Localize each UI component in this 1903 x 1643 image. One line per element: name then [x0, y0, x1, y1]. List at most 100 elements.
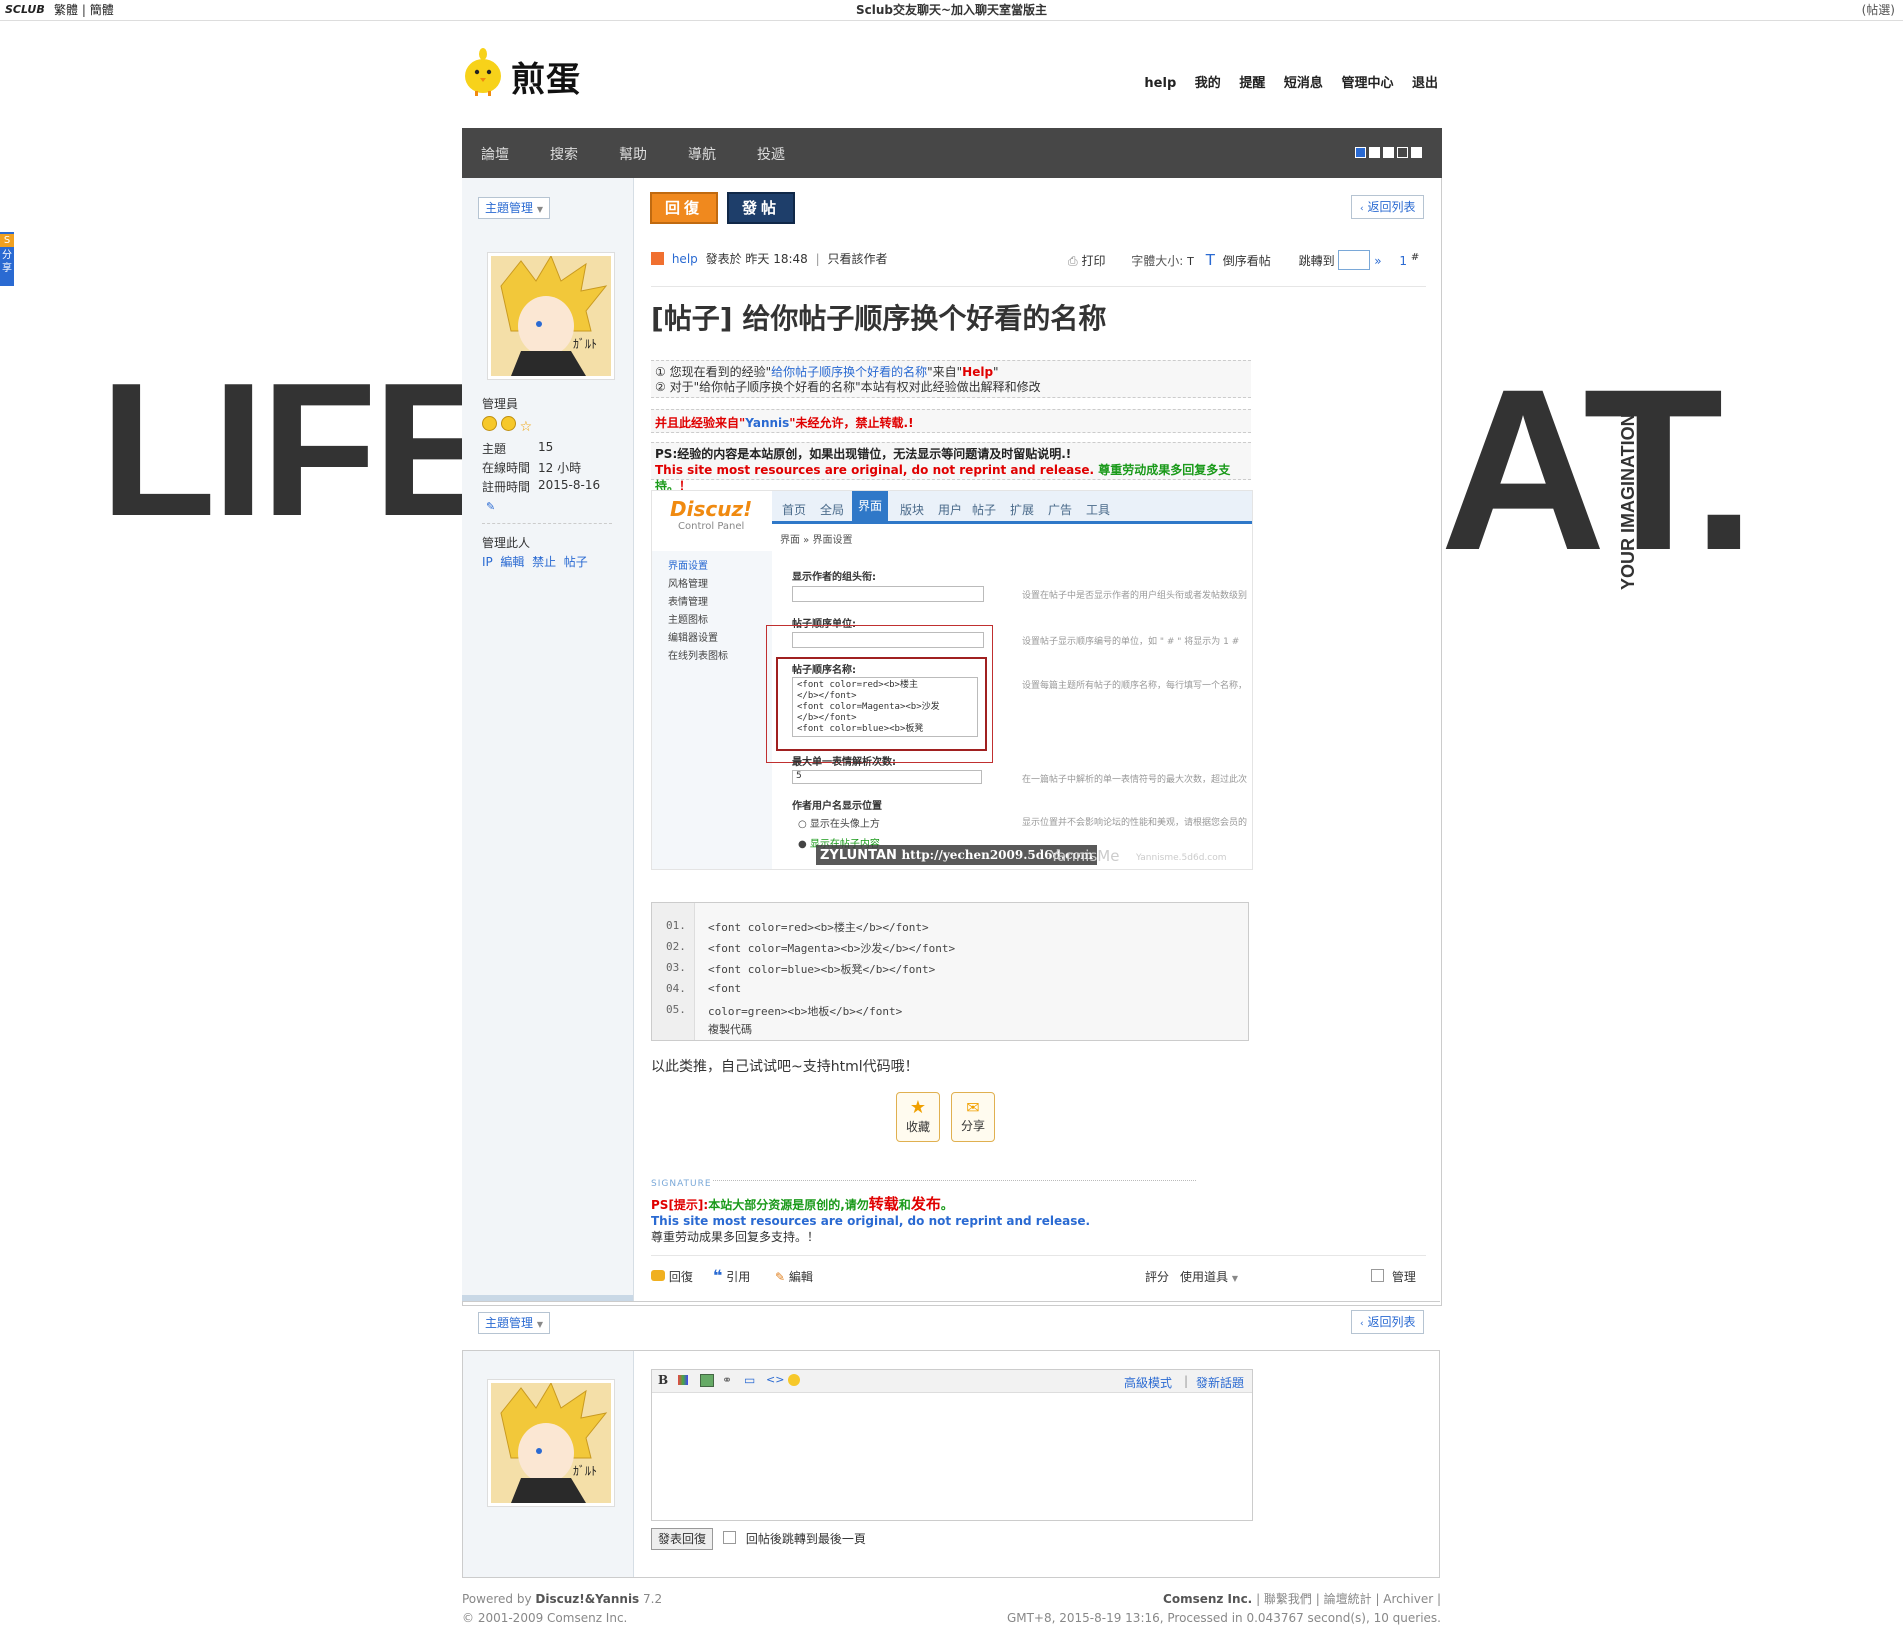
back-to-list-button-bottom[interactable]: ‹ 返回列表 [1351, 1310, 1425, 1334]
footer-link-contact[interactable]: 聯繫我們 [1264, 1592, 1312, 1606]
shot-textarea-line: <font color=blue><b>板凳 [797, 724, 924, 734]
advanced-mode-link[interactable]: 高級模式 [1124, 1374, 1172, 1391]
font-small-button[interactable]: T [1187, 255, 1194, 268]
jump-go-button[interactable]: » [1374, 254, 1381, 268]
thread-manage-button-bottom[interactable]: 主題管理 ▼ [478, 1312, 550, 1334]
footer-link-archiver[interactable]: Archiver [1383, 1592, 1433, 1606]
style-swatch-4[interactable] [1397, 147, 1408, 158]
forum-brand[interactable]: 煎蛋 [461, 46, 591, 100]
top-bar: SCLUB 繁體 | 簡體 Sclub交友聊天~加入聊天室當版主 (帖選) [0, 0, 1903, 21]
footer-link-stats[interactable]: 論壇統計 [1324, 1592, 1372, 1606]
manage-checkbox[interactable] [1371, 1269, 1384, 1282]
manage-link-posts[interactable]: 帖子 [564, 555, 588, 569]
new-post-button[interactable]: 發帖 [727, 192, 795, 224]
author-link[interactable]: help [672, 252, 698, 266]
jump-last-checkbox-wrap[interactable]: 回帖後跳轉到最後一頁 [723, 1530, 866, 1547]
copy-code-link[interactable]: 複製代碼 [708, 1021, 752, 1037]
smiley-icon [500, 416, 516, 431]
share-button[interactable]: ✉ 分享 [951, 1092, 995, 1142]
site-banner-title[interactable]: Sclub交友聊天~加入聊天室當版主 [0, 0, 1903, 20]
smiley-icon[interactable] [788, 1374, 800, 1386]
shot-breadcrumb: 界面 » 界面设置 [780, 535, 853, 546]
footer-powered-name[interactable]: Discuz!&Yannis [535, 1592, 639, 1606]
shot-hint: 设置帖子显示顺序编号的单位，如 " # " 将显示为 1 # [1022, 637, 1240, 647]
anime-avatar-image: ｶﾞﾙﾄ [491, 256, 611, 376]
new-topic-link[interactable]: 發新話題 [1196, 1374, 1244, 1391]
quote-icon: ❝ [713, 1266, 723, 1285]
quote-icon[interactable]: ▭ [744, 1373, 755, 1387]
shot-hint: 设置每篇主题所有帖子的顺序名称，每行填写一个名称， [1022, 681, 1248, 691]
tools-dropdown[interactable]: 使用道具 ▼ [1180, 1268, 1238, 1285]
bold-icon[interactable]: B [658, 1373, 668, 1387]
anime-avatar-image: ｶﾞﾙﾄ [491, 1383, 611, 1503]
topnav-logout[interactable]: 退出 [1412, 76, 1438, 91]
color-icon[interactable] [678, 1375, 688, 1385]
code-line: color=green><b>地板</b></font> [708, 1005, 903, 1018]
thread-manage-button[interactable]: 主題管理 ▼ [478, 197, 550, 219]
shot-hint: 设置在帖子中是否显示作者的用户组头衔或者发帖数级别 [1022, 591, 1248, 601]
notice-title-link[interactable]: 给你帖子顺序换个好看的名称 [771, 365, 927, 379]
style-swatch-2[interactable] [1369, 147, 1380, 158]
top-right-text[interactable]: (帖選) [1862, 0, 1895, 20]
jump-last-checkbox[interactable] [723, 1531, 736, 1544]
code-line: <font color=blue><b>板凳</b></font> [708, 963, 936, 976]
submit-reply-button[interactable]: 發表回復 [651, 1528, 714, 1550]
mainnav-search[interactable]: 搜索 [550, 144, 578, 164]
code-line-number: 05. [666, 1003, 686, 1016]
shot-label: 显示作者的组头衔: [792, 572, 876, 583]
style-swatch-1[interactable] [1355, 147, 1366, 158]
jump-floor-input[interactable] [1338, 250, 1371, 270]
favorite-button[interactable]: ★ 收藏 [896, 1092, 940, 1142]
style-swatch-3[interactable] [1383, 147, 1394, 158]
current-user-avatar[interactable]: ｶﾞﾙﾄ [488, 1380, 614, 1506]
mainnav-guide[interactable]: 導航 [688, 144, 716, 164]
post-edit-action[interactable]: ✎ 編輯 [775, 1268, 813, 1285]
signature-red-word: 发布 [910, 1195, 941, 1213]
code-block[interactable]: 01. <font color=red><b>楼主</b></font> 02.… [651, 902, 1249, 1041]
manage-link-ban[interactable]: 禁止 [532, 555, 556, 569]
shot-hint: 显示位置并不会影响论坛的性能和美观，请根据您会员的 [1022, 818, 1248, 828]
style-swatch-5[interactable] [1411, 147, 1422, 158]
post-image-screenshot[interactable]: Discuz! Control Panel 首页 全局 界面 版块 用户 帖子 … [651, 490, 1253, 870]
user-role: 管理員 [482, 397, 519, 411]
mainnav-submit[interactable]: 投遞 [757, 144, 785, 164]
share-side-tab[interactable]: S 分享 [0, 232, 14, 286]
notice-line1-mid: "来自" [927, 365, 963, 379]
author-avatar[interactable]: ｶﾞﾙﾄ [488, 253, 614, 379]
topnav-notice[interactable]: 提醒 [1239, 76, 1265, 91]
manage-link-edit[interactable]: 編輯 [500, 555, 524, 569]
post-reply-action[interactable]: 回復 [651, 1268, 693, 1285]
notice-line3-end: "未经允许，禁止转载.! [789, 416, 914, 430]
topnav-mine[interactable]: 我的 [1195, 76, 1221, 91]
topnav-admin[interactable]: 管理中心 [1341, 76, 1393, 91]
image-icon[interactable] [700, 1374, 714, 1387]
manage-link-ip[interactable]: IP [482, 555, 493, 569]
shot-input-value: 5 [792, 770, 982, 784]
shot-left-item: 风格管理 [668, 579, 708, 590]
code-icon[interactable]: <> [766, 1373, 784, 1386]
back-to-list-button[interactable]: ‹ 返回列表 [1351, 195, 1425, 219]
font-large-button[interactable]: T [1206, 251, 1215, 269]
topnav-messages[interactable]: 短消息 [1284, 76, 1323, 91]
link-icon[interactable]: ⚭ [722, 1373, 732, 1387]
print-link[interactable]: 打印 [1081, 254, 1105, 268]
chevron-left-icon: ‹ [1360, 1319, 1364, 1329]
mainnav-forum[interactable]: 論壇 [481, 144, 509, 164]
footer-stats: GMT+8, 2015-8-19 13:16, Processed in 0.0… [1006, 1611, 1441, 1625]
only-author-link[interactable]: 只看該作者 [828, 252, 888, 266]
footer-right: Comsenz Inc. | 聯繫我們 | 論壇統計 | Archiver | … [1006, 1592, 1441, 1625]
rate-action[interactable]: 評分 [1145, 1268, 1169, 1285]
reverse-order-link[interactable]: 倒序看帖 [1223, 254, 1271, 268]
topnav-help[interactable]: help [1144, 76, 1176, 91]
mainnav-help[interactable]: 幫助 [619, 144, 647, 164]
post-quote-action[interactable]: ❝ 引用 [713, 1266, 750, 1285]
reply-textarea[interactable] [652, 1393, 1252, 1520]
notice-line1-prefix: ① 您现在看到的经验" [655, 365, 772, 379]
footer-company[interactable]: Comsenz Inc. [1163, 1592, 1252, 1606]
send-message-icon[interactable]: ✎ [486, 500, 495, 513]
reply-button[interactable]: 回復 [650, 192, 718, 224]
manage-checkbox-wrap[interactable]: 管理 [1371, 1268, 1416, 1285]
floor-number[interactable]: 1 [1399, 254, 1407, 268]
back-to-list-label: 返回列表 [1367, 200, 1416, 214]
svg-text:ｶﾞﾙﾄ: ｶﾞﾙﾄ [573, 337, 597, 351]
